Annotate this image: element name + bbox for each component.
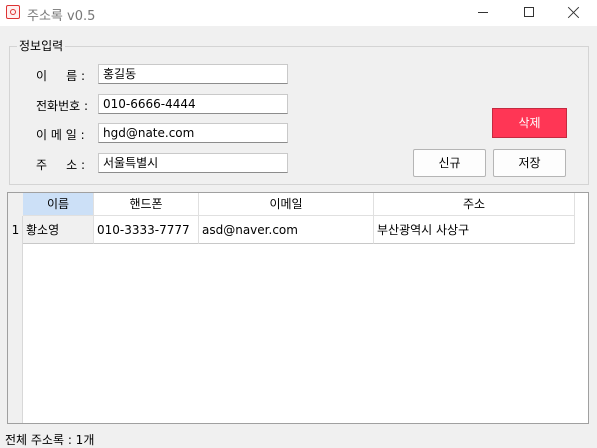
phone-input[interactable]: 010-6666-4444 (98, 94, 288, 114)
cell-email[interactable]: asd@naver.com (199, 216, 374, 244)
new-button[interactable]: 신규 (413, 149, 486, 177)
minimize-button[interactable] (460, 0, 506, 26)
address-grid[interactable]: 이름 핸드폰 이메일 주소 1 황소영 010-3333-7777 asd@na… (7, 192, 589, 424)
column-header-address[interactable]: 주소 (374, 193, 575, 216)
close-icon (568, 6, 580, 18)
address-label: 주 소 : (36, 158, 86, 172)
delete-button[interactable]: 삭제 (492, 108, 567, 138)
row-number[interactable]: 1 (8, 216, 23, 244)
app-icon (6, 5, 20, 19)
name-input[interactable]: 홍길동 (98, 64, 288, 84)
window-title: 주소록 v0.5 (27, 9, 96, 24)
grid-corner[interactable] (8, 193, 23, 216)
address-input[interactable]: 서울특별시 (98, 153, 288, 173)
cell-address[interactable]: 부산광역시 사상구 (374, 216, 575, 244)
maximize-button[interactable] (506, 0, 552, 26)
email-input[interactable]: hgd@nate.com (98, 123, 288, 143)
title-bar: 주소록 v0.5 (0, 0, 597, 26)
column-header-name[interactable]: 이름 (23, 193, 94, 216)
status-text: 전체 주소록 : 1개 (5, 433, 95, 447)
minimize-icon (478, 12, 488, 13)
name-label: 이 름 : (36, 69, 86, 83)
email-label: 이 메 일 : (36, 128, 85, 142)
phone-label: 전화번호 : (36, 99, 89, 113)
close-button[interactable] (551, 0, 597, 26)
maximize-icon (524, 7, 534, 17)
info-group-title: 정보입력 (17, 37, 66, 54)
save-button[interactable]: 저장 (493, 149, 566, 177)
cell-name[interactable]: 황소영 (23, 216, 94, 244)
column-header-email[interactable]: 이메일 (199, 193, 374, 216)
column-header-phone[interactable]: 핸드폰 (94, 193, 199, 216)
cell-phone[interactable]: 010-3333-7777 (94, 216, 199, 244)
